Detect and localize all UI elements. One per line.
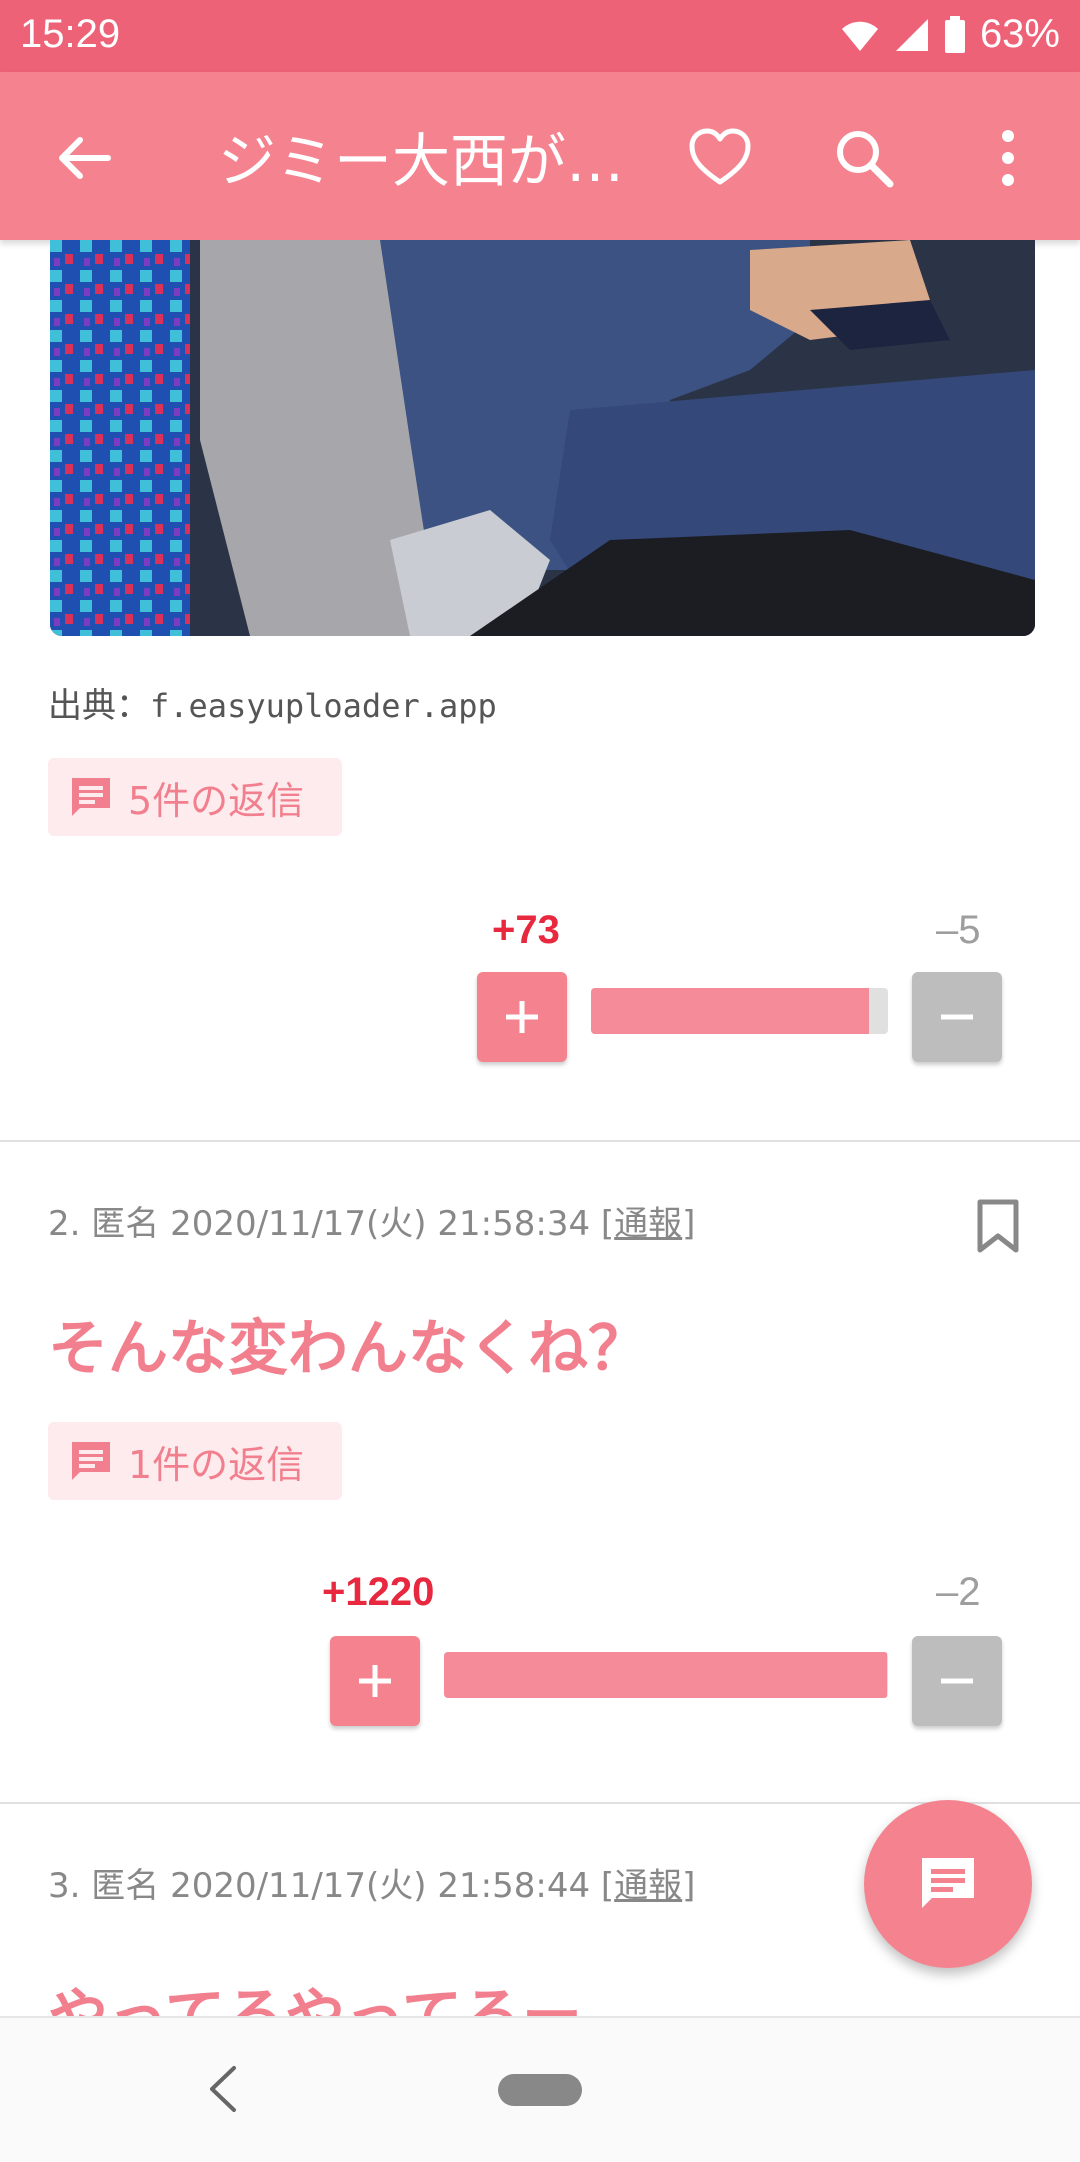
post-datetime: 2020/11/17(火) 21:58:44 [170,1866,591,1906]
plus-vote-count: +1220 [322,1570,435,1614]
report-link[interactable]: [通報] [601,1866,696,1906]
source-label: 出典： [48,686,150,726]
plus-icon [359,1665,391,1697]
post-meta: 2. 匿名 2020/11/17(火) 21:58:34 [通報] [48,1196,695,1245]
back-arrow-icon[interactable] [48,122,120,194]
plus-vote-count: +73 [492,908,560,952]
heart-icon[interactable] [684,122,756,194]
wifi-icon [841,21,878,51]
source-citation: 出典：f.easyuploader.app [48,678,497,727]
nav-back-icon[interactable] [206,2064,240,2114]
status-bar: 15:29 63% [0,0,1080,72]
status-icons: 63% [840,12,1060,57]
replies-button[interactable]: 1件の返信 [48,1422,342,1500]
vote-ratio-bar [591,988,888,1034]
battery-icon [944,15,965,53]
vote-ratio-fill [444,1652,888,1698]
post-meta: 3. 匿名 2020/11/17(火) 21:58:44 [通報] [48,1858,695,1907]
report-label: 通報 [614,1204,683,1244]
post-number: 2. [48,1204,81,1244]
minus-vote-button[interactable] [912,1636,1002,1726]
minus-vote-count: –5 [936,908,981,952]
post-author: 匿名 [91,1204,160,1244]
photo-illustration [50,240,1035,636]
source-link[interactable]: f.easyuploader.app [150,687,497,725]
post-datetime: 2020/11/17(火) 21:58:34 [170,1204,591,1244]
signal-icon [895,18,928,51]
more-vert-icon[interactable] [972,122,1044,194]
report-link[interactable]: [通報] [601,1204,696,1244]
plus-vote-button[interactable] [330,1636,420,1726]
post-number: 3. [48,1866,81,1906]
compose-comment-fab[interactable] [864,1800,1032,1968]
vote-ratio-bar [444,1652,888,1698]
report-bracket-close: ] [682,1866,696,1906]
home-pill[interactable] [498,2074,582,2106]
search-icon[interactable] [828,122,900,194]
plus-icon [506,1001,538,1033]
comment-icon [72,778,110,816]
replies-count: 5件の返信 [128,778,305,823]
post-title: そんな変わんなくね？ [48,1314,648,1384]
comment-icon [72,1442,110,1480]
minus-icon [941,1678,973,1684]
post-divider [0,1140,1080,1142]
page-title: ジミー大西が… [218,127,625,195]
status-time: 15:29 [20,12,121,56]
app-bar: ジミー大西が… [0,72,1080,240]
replies-button[interactable]: 5件の返信 [48,758,342,836]
minus-vote-button[interactable] [912,972,1002,1062]
vote-ratio-fill [591,988,869,1034]
post-image[interactable] [50,240,1035,636]
minus-icon [941,1014,973,1020]
report-label: 通報 [614,1866,683,1906]
report-bracket-close: ] [682,1204,696,1244]
bookmark-icon[interactable] [976,1198,1020,1254]
minus-vote-count: –2 [936,1570,981,1614]
comment-icon [922,1858,974,1908]
battery-level: 63% [979,12,1060,56]
replies-count: 1件の返信 [128,1442,305,1487]
report-bracket-open: [ [600,1204,615,1244]
report-bracket-open: [ [600,1866,615,1906]
post-divider [0,1802,1080,1804]
system-nav-bar [0,2016,1080,2162]
post-author: 匿名 [91,1866,160,1906]
plus-vote-button[interactable] [477,972,567,1062]
